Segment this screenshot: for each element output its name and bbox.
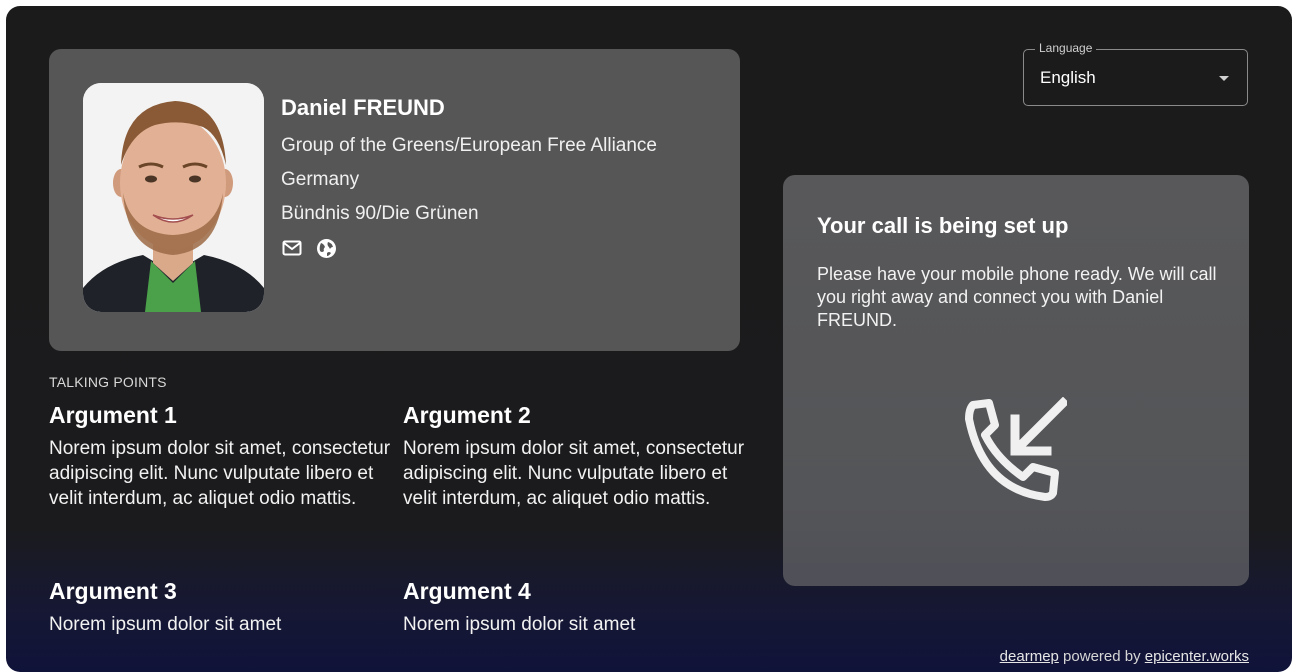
argument-title: Argument 2 [403, 402, 531, 428]
globe-icon[interactable] [315, 237, 337, 259]
argument-card: Argument 2 Norem ipsum dolor sit amet, c… [403, 400, 748, 511]
argument-title: Argument 3 [49, 578, 177, 604]
argument-text: Norem ipsum dolor sit amet [49, 614, 282, 635]
argument-text: Norem ipsum dolor sit amet, consectetur … [49, 438, 391, 509]
mep-name: Daniel FREUND [281, 95, 445, 120]
dearmep-link[interactable]: dearmep [1000, 648, 1059, 665]
language-label: Language [1035, 41, 1097, 55]
mep-group: Group of the Greens/European Free Allian… [281, 135, 658, 156]
mail-icon[interactable] [281, 237, 303, 259]
mep-country: Germany [281, 169, 360, 190]
language-select[interactable]: Language English [1023, 41, 1248, 106]
language-value: English [1040, 68, 1096, 87]
mep-party: Bündnis 90/Die Grünen [281, 203, 479, 224]
mep-photo [83, 83, 264, 312]
argument-text: Norem ipsum dolor sit amet, consectetur … [403, 438, 745, 509]
app-frame: Daniel FREUND Group of the Greens/Europe… [6, 6, 1292, 672]
footer: dearmep powered by epicenter.works [1000, 648, 1249, 665]
argument-card: Argument 3 Norem ipsum dolor sit amet [49, 576, 394, 636]
call-status-card: Your call is being set up Please have yo… [783, 175, 1249, 586]
argument-card: Argument 1 Norem ipsum dolor sit amet, c… [49, 400, 394, 511]
incoming-call-icon [963, 396, 1070, 508]
talking-points-label: TALKING POINTS [49, 374, 167, 390]
powered-by-text: powered by [1063, 648, 1141, 665]
argument-title: Argument 1 [49, 402, 177, 428]
mep-info: Daniel FREUND Group of the Greens/Europe… [281, 95, 657, 259]
talking-points-list[interactable]: Argument 1 Norem ipsum dolor sit amet, c… [49, 400, 749, 636]
argument-card: Argument 4 Norem ipsum dolor sit amet [403, 576, 748, 636]
epicenter-link[interactable]: epicenter.works [1145, 648, 1249, 665]
argument-title: Argument 4 [403, 578, 531, 604]
call-description: Please have your mobile phone ready. We … [817, 264, 1217, 330]
mep-card: Daniel FREUND Group of the Greens/Europe… [49, 49, 740, 351]
call-title: Your call is being set up [817, 213, 1069, 238]
chevron-down-icon [1219, 76, 1229, 81]
argument-text: Norem ipsum dolor sit amet [403, 614, 636, 635]
mep-contact-icons [281, 237, 657, 259]
